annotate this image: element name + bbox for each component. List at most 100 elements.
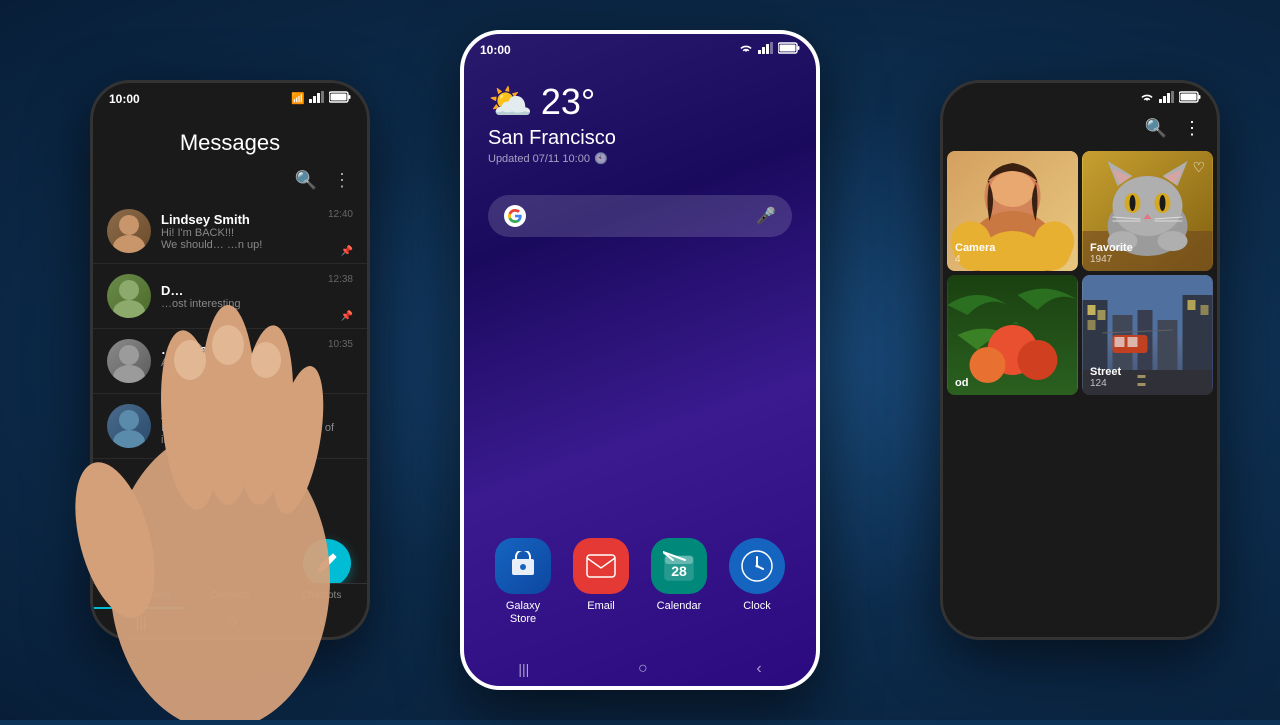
time-gray: 10:35 — [328, 339, 353, 350]
battery-icon-right — [1179, 91, 1201, 106]
time-left: 10:00 — [109, 92, 140, 106]
pin-lindsey: 📌 — [341, 246, 353, 257]
email-icon-bg — [573, 538, 629, 594]
message-content-gray: …a Gray Alie! …e what I've got for you. — [161, 342, 353, 381]
google-logo — [504, 205, 526, 227]
preview-lindsey-1: Hi! I'm BACK!!! — [161, 227, 353, 239]
gallery-more-icon[interactable]: ⋮ — [1183, 118, 1201, 139]
messages-title: Messages — [93, 110, 367, 166]
sender-gray: …a Gray — [161, 342, 353, 357]
preview-andrew: In the article, there were all kinds of — [161, 422, 353, 434]
avatar-andrew — [107, 404, 151, 448]
gallery-camera-info: Camera 4 — [947, 236, 1078, 271]
app-email[interactable]: Email — [573, 538, 629, 626]
phone-left: 10:00 📶 Messages 🔍 ⋮ — [90, 80, 370, 640]
wifi-icon-right — [1139, 91, 1155, 106]
galaxy-store-icon-bg — [495, 538, 551, 594]
nav-recent[interactable]: ||| — [136, 614, 147, 630]
message-content-second: D… …ost interesting — [161, 283, 353, 310]
time-center: 10:00 — [480, 43, 511, 57]
status-icons-center — [738, 42, 800, 57]
signal-icon-left — [309, 91, 325, 106]
avatar-lindsey — [107, 209, 151, 253]
nav-home[interactable]: ○ — [228, 613, 238, 631]
tab-conversations[interactable]: Conversations — [93, 584, 184, 609]
message-item-andrew[interactable]: Andrew Laycock In the article, there wer… — [93, 394, 367, 459]
status-bar-right — [943, 83, 1217, 110]
preview-andrew-2: interesting things about coffee… — [161, 434, 353, 446]
message-content-lindsey: Lindsey Smith Hi! I'm BACK!!! We should…… — [161, 212, 353, 251]
message-list: Lindsey Smith Hi! I'm BACK!!! We should…… — [93, 195, 367, 463]
phone-right: 🔍 ⋮ — [940, 80, 1220, 640]
avatar-gray — [107, 339, 151, 383]
sender-second: D… — [161, 283, 353, 298]
phone-center: 10:00 — [460, 30, 820, 690]
status-bar-left: 10:00 📶 — [93, 83, 367, 110]
sender-andrew: Andrew Laycock — [161, 407, 353, 422]
calendar-icon-bg: 28 — [651, 538, 707, 594]
clock-label: Clock — [743, 600, 771, 613]
bottom-tabs: Conversations Contacts Chatbots — [93, 583, 367, 609]
gallery-search-icon[interactable]: 🔍 — [1145, 118, 1167, 139]
gallery-item-favorite[interactable]: ♡ Favorite 1947 — [1082, 151, 1213, 271]
email-label: Email — [587, 600, 615, 613]
wifi-icon-left: 📶 — [291, 92, 305, 105]
search-bar[interactable]: 🎤 — [488, 195, 792, 237]
search-icon[interactable]: 🔍 — [295, 170, 317, 191]
sender-lindsey: Lindsey Smith — [161, 212, 353, 227]
signal-icon-center — [758, 42, 774, 57]
status-icons-right — [1139, 91, 1201, 106]
weather-temp: 23° — [541, 81, 595, 123]
heart-icon-favorite[interactable]: ♡ — [1192, 159, 1205, 176]
tab-contacts[interactable]: Contacts — [184, 584, 275, 609]
nav-bar-left: ||| ○ ‹ — [93, 611, 367, 633]
weather-city: San Francisco — [488, 127, 792, 150]
message-item-second[interactable]: D… …ost interesting 12:38 📌 — [93, 264, 367, 329]
mic-icon[interactable]: 🎤 — [756, 206, 776, 226]
preview-second: …ost interesting — [161, 298, 353, 310]
time-lindsey: 12:40 — [328, 209, 353, 220]
weather-updated: Updated 07/11 10:00 🕙 — [488, 152, 792, 165]
pin-second: 📌 — [341, 311, 353, 322]
preview-gray-2: …e what I've got for you. — [161, 369, 353, 381]
battery-icon-left — [329, 91, 351, 106]
gallery-header: 🔍 ⋮ — [943, 110, 1217, 147]
more-icon[interactable]: ⋮ — [333, 170, 351, 191]
clock-icon-bg — [729, 538, 785, 594]
weather-widget: ⛅ 23° San Francisco Updated 07/11 10:00 … — [464, 61, 816, 175]
avatar-second — [107, 274, 151, 318]
gallery-street-info: Street 124 — [1082, 360, 1213, 395]
gallery-item-street[interactable]: Street 124 — [1082, 275, 1213, 395]
message-item-lindsey[interactable]: Lindsey Smith Hi! I'm BACK!!! We should…… — [93, 199, 367, 264]
preview-gray-1: Alie! — [161, 357, 353, 369]
nav-home-center[interactable]: ○ — [638, 660, 648, 678]
calendar-label: Calendar — [657, 600, 702, 613]
messages-toolbar: 🔍 ⋮ — [93, 166, 367, 195]
nav-bar-center: ||| ○ ‹ — [464, 660, 816, 678]
message-item-gray[interactable]: …a Gray Alie! …e what I've got for you. … — [93, 329, 367, 394]
galaxy-store-label: GalaxyStore — [506, 600, 540, 626]
gallery-favorite-info: Favorite 1947 — [1082, 236, 1213, 271]
gallery-grid: Camera 4 — [943, 147, 1217, 399]
app-clock[interactable]: Clock — [729, 538, 785, 626]
preview-lindsey-2: We should… …n up! — [161, 239, 353, 251]
status-icons-left: 📶 — [291, 91, 351, 106]
gallery-od-info: od — [947, 371, 1078, 395]
app-galaxy-store[interactable]: GalaxyStore — [495, 538, 551, 626]
nav-back-center[interactable]: ‹ — [756, 660, 761, 678]
wifi-icon-center — [738, 42, 754, 57]
compose-button[interactable] — [303, 539, 351, 587]
nav-recent-center[interactable]: ||| — [518, 661, 529, 677]
app-dock: GalaxyStore Email 28 — [464, 528, 816, 636]
gallery-item-camera[interactable]: Camera 4 — [947, 151, 1078, 271]
app-calendar[interactable]: 28 Calendar — [651, 538, 707, 626]
battery-icon-center — [778, 42, 800, 57]
gallery-item-od[interactable]: od — [947, 275, 1078, 395]
time-second: 12:38 — [328, 274, 353, 285]
tab-chatbots[interactable]: Chatbots — [276, 584, 367, 609]
message-content-andrew: Andrew Laycock In the article, there wer… — [161, 407, 353, 446]
signal-icon-right — [1159, 91, 1175, 106]
weather-icon: ⛅ — [488, 81, 533, 123]
svg-text:28: 28 — [671, 563, 687, 579]
nav-back[interactable]: ‹ — [319, 613, 324, 631]
